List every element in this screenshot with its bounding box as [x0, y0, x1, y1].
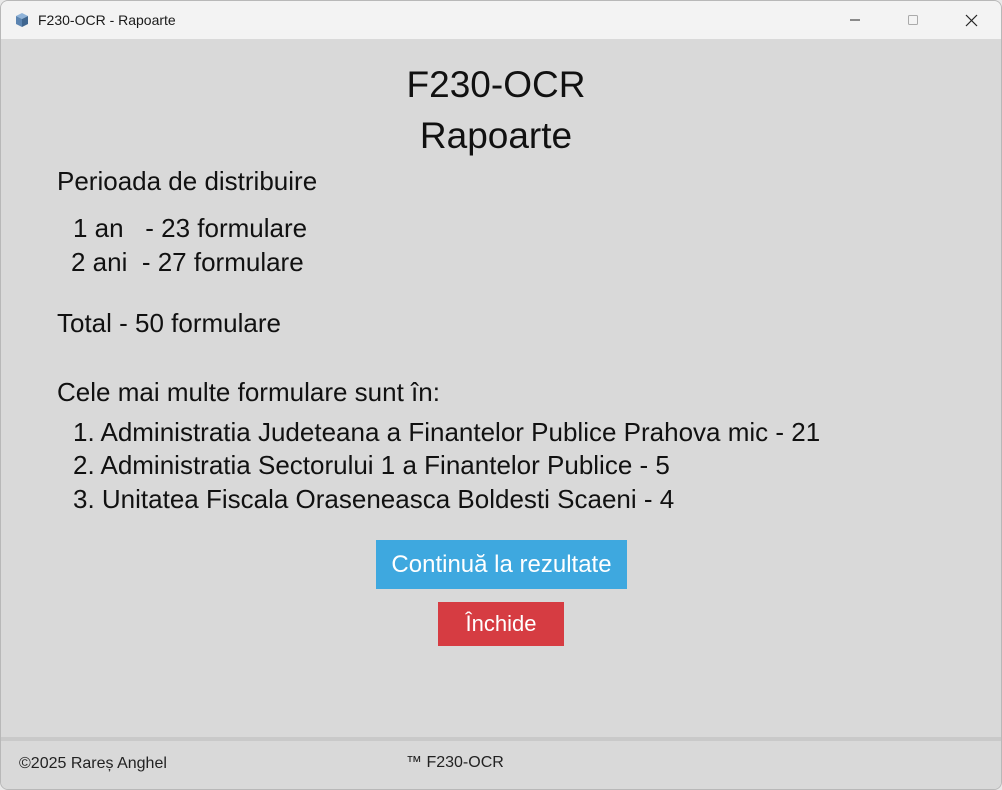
window-title: F230-OCR - Rapoarte — [38, 12, 176, 28]
title-bar[interactable]: F230-OCR - Rapoarte — [1, 1, 1001, 39]
footer: ©2025 Rareș Anghel ™ F230-OCR — [1, 741, 1001, 789]
maximize-icon — [908, 15, 918, 25]
page-subtitle: Rapoarte — [419, 115, 573, 156]
copyright-text: ©2025 Rareș Anghel — [19, 755, 167, 772]
page-title: F230-OCR — [406, 64, 586, 105]
report-content: F230-OCR Rapoarte Perioada de distribuir… — [1, 39, 1001, 739]
minimize-button[interactable] — [826, 1, 884, 39]
distribution-label: Perioada de distribuire — [57, 166, 318, 196]
total-count: Total - 50 formulare — [57, 308, 281, 338]
close-button[interactable]: Închide — [438, 602, 564, 646]
minimize-icon — [850, 19, 860, 21]
distribution-row: 1 an - 23 formulare — [73, 213, 308, 243]
close-icon — [965, 14, 977, 26]
top-office-item: 3. Unitatea Fiscala Oraseneasca Boldesti… — [73, 484, 675, 514]
cube-icon — [16, 13, 28, 27]
brand-text: ™ F230-OCR — [406, 754, 504, 771]
app-window: F230-OCR - Rapoarte F230-OCR Rapoarte Pe… — [0, 0, 1002, 790]
top-offices-label: Cele mai multe formulare sunt în: — [57, 377, 440, 407]
top-office-item: 1. Administratia Judeteana a Finantelor … — [73, 417, 821, 447]
continue-button[interactable]: Continuă la rezultate — [376, 540, 627, 589]
maximize-button[interactable] — [884, 1, 942, 39]
distribution-row: 2 ani - 27 formulare — [71, 247, 304, 277]
close-window-button[interactable] — [942, 1, 1000, 39]
top-office-item: 2. Administratia Sectorului 1 a Finantel… — [73, 450, 670, 480]
